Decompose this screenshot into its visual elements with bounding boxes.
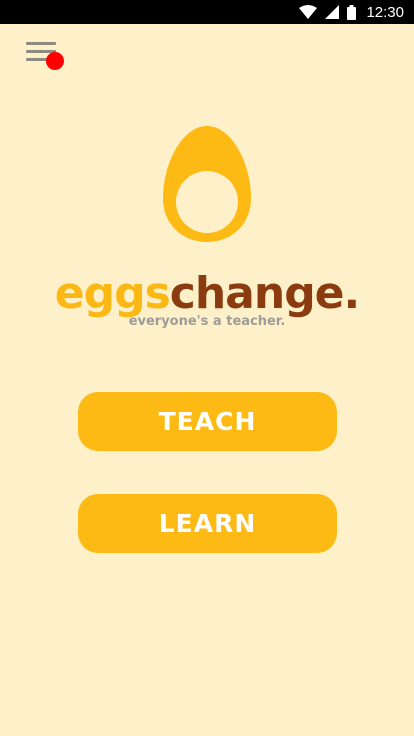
notification-dot: [46, 52, 64, 70]
tagline: everyone's a teacher.: [128, 314, 286, 329]
status-icons: 12:30: [299, 0, 404, 24]
brand-name-eggs: eggs: [54, 268, 171, 319]
learn-button[interactable]: LEARN: [78, 494, 337, 553]
status-bar: 12:30: [0, 0, 414, 24]
teach-button[interactable]: TEACH: [78, 392, 337, 451]
menu-line: [26, 42, 56, 45]
signal-icon: [325, 5, 340, 19]
wifi-icon: [299, 5, 318, 19]
status-time: 12:30: [366, 3, 404, 21]
brand-name-change: change.: [169, 268, 360, 319]
egg-logo-icon: [163, 126, 251, 242]
brand-name: eggschange.: [0, 268, 414, 320]
menu-button[interactable]: [22, 36, 70, 76]
battery-icon: [347, 4, 357, 20]
